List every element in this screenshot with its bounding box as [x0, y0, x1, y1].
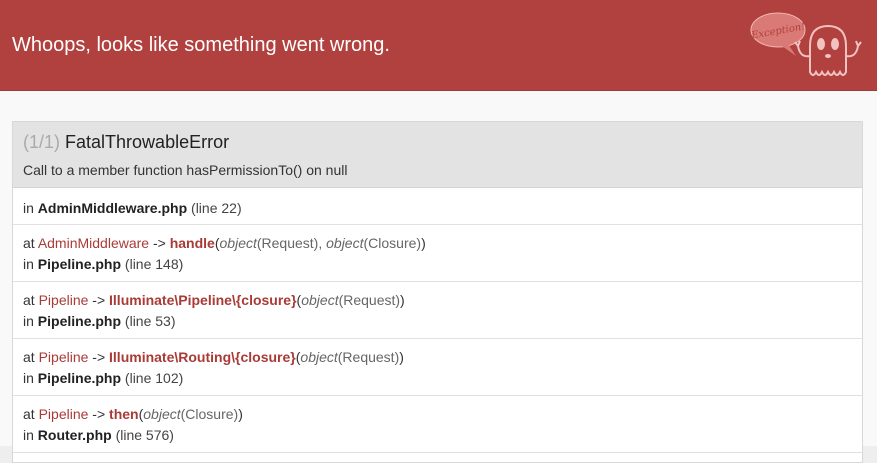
stack-trace-row[interactable]: at Pipeline -> Illuminate\Routing\{closu…: [13, 339, 862, 396]
trace-file: AdminMiddleware.php: [37, 200, 188, 216]
arg-value: (Closure): [363, 235, 422, 251]
trace-call: at AdminMiddleware -> handle(object(Requ…: [23, 234, 426, 252]
at-label: at: [23, 406, 35, 422]
stack-trace-row[interactable]: in AdminMiddleware.php (line 22): [13, 188, 862, 225]
exception-count: (1/1): [23, 132, 61, 152]
trace-call: at Pipeline -> then(object(Closure)): [23, 405, 243, 423]
trace-line: (line 53): [124, 313, 176, 329]
trace-file: Pipeline.php: [37, 256, 122, 272]
arg-type: object: [143, 406, 181, 422]
whoops-ghost-logo-icon: Exception!: [749, 12, 862, 76]
trace-method: handle: [169, 235, 215, 251]
page-title: Whoops, looks like something went wrong.: [12, 34, 390, 56]
stack-trace-row[interactable]: at Pipeline -> then(object(Closure)) in …: [13, 396, 862, 453]
trace-line: (line 148): [124, 256, 184, 272]
trace-file: Pipeline.php: [37, 370, 122, 386]
trace-method: Illuminate\Routing\{closure}: [109, 349, 296, 365]
trace-arrow: ->: [88, 349, 109, 365]
arg-value: (Closure): [180, 406, 239, 422]
trace-arrow: ->: [149, 235, 170, 251]
trace-method: then: [109, 406, 139, 422]
at-label: at: [23, 349, 35, 365]
in-label: in: [23, 370, 34, 386]
arrow-text: ->: [92, 349, 106, 365]
trace-class: Pipeline: [38, 292, 89, 308]
arrow-text: ->: [152, 235, 166, 251]
exception-class: FatalThrowableError: [65, 132, 230, 152]
trace-method: Illuminate\Pipeline\{closure}: [109, 292, 297, 308]
exception-panel: (1/1) FatalThrowableError Call to a memb…: [12, 121, 863, 463]
trace-location: in Pipeline.php (line 102): [23, 369, 183, 387]
trace-call: at Pipeline -> Illuminate\Pipeline\{clos…: [23, 291, 405, 309]
arg-value: (Request): [337, 349, 400, 365]
in-label: in: [23, 313, 34, 329]
trace-arrow: ->: [88, 406, 109, 422]
in-label: in: [23, 427, 34, 443]
close-paren: ): [238, 406, 243, 422]
trace-location: in Router.php (line 576): [23, 426, 174, 444]
arrow-text: ->: [92, 406, 106, 422]
at-label: at: [23, 292, 35, 308]
in-label: in: [23, 256, 34, 272]
arg-separator: ,: [318, 235, 327, 251]
in-label: in: [23, 200, 34, 216]
arg-value: (Request): [256, 235, 319, 251]
trace-location: in Pipeline.php (line 148): [23, 255, 183, 273]
trace-arrow: ->: [88, 292, 109, 308]
arg-type: object: [219, 235, 257, 251]
stack-trace-row[interactable]: at Pipeline -> Illuminate\Pipeline\{clos…: [13, 282, 862, 339]
close-paren: ): [421, 235, 426, 251]
exception-summary: (1/1) FatalThrowableError Call to a memb…: [13, 122, 862, 188]
arg-type: object: [301, 292, 339, 308]
arg-value: (Request): [338, 292, 401, 308]
arg-type: object: [326, 235, 364, 251]
trace-location: in AdminMiddleware.php (line 22): [23, 199, 242, 217]
arg-type: object: [300, 349, 338, 365]
trace-class: AdminMiddleware: [37, 235, 150, 251]
trace-call: at Pipeline -> Illuminate\Routing\{closu…: [23, 348, 404, 366]
close-paren: ): [399, 349, 404, 365]
exception-title: (1/1) FatalThrowableError: [23, 131, 229, 153]
close-paren: ): [400, 292, 405, 308]
trace-file: Pipeline.php: [37, 313, 122, 329]
exception-message: Call to a member function hasPermissionT…: [23, 162, 348, 178]
trace-class: Pipeline: [38, 406, 89, 422]
at-label: at: [23, 235, 35, 251]
stack-trace-row[interactable]: at AdminMiddleware -> handle(object(Requ…: [13, 225, 862, 282]
trace-location: in Pipeline.php (line 53): [23, 312, 176, 330]
error-header: Whoops, looks like something went wrong.…: [0, 0, 877, 91]
trace-class: Pipeline: [38, 349, 89, 365]
trace-line: (line 22): [191, 200, 242, 216]
arrow-text: ->: [92, 292, 106, 308]
trace-line: (line 102): [124, 370, 184, 386]
trace-line: (line 576): [115, 427, 174, 443]
trace-file: Router.php: [37, 427, 112, 443]
